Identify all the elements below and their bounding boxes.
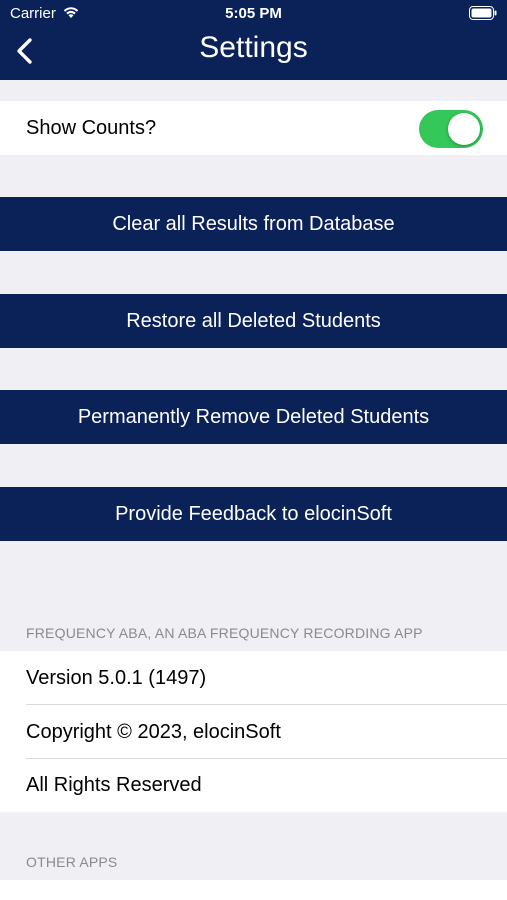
- copyright-row: Copyright © 2023, elocinSoft: [0, 705, 507, 759]
- restore-students-button[interactable]: Restore all Deleted Students: [0, 294, 507, 348]
- version-row: Version 5.0.1 (1497): [0, 651, 507, 705]
- clear-results-button[interactable]: Clear all Results from Database: [0, 197, 507, 251]
- rights-label: All Rights Reserved: [26, 774, 202, 796]
- other-apps-section-header: OTHER APPS: [26, 854, 118, 870]
- copyright-label: Copyright © 2023, elocinSoft: [26, 720, 281, 743]
- other-apps-list-item[interactable]: [0, 880, 507, 900]
- battery-icon: [469, 6, 497, 25]
- page-title: Settings: [199, 31, 308, 64]
- feedback-button[interactable]: Provide Feedback to elocinSoft: [0, 487, 507, 541]
- status-bar: Carrier 5:05 PM: [0, 0, 507, 28]
- about-section-header: FREQUENCY ABA, AN ABA FREQUENCY RECORDIN…: [26, 625, 423, 641]
- status-time: 5:05 PM: [225, 5, 282, 22]
- navigation-bar: Carrier 5:05 PM Settings: [0, 0, 507, 80]
- remove-students-button[interactable]: Permanently Remove Deleted Students: [0, 390, 507, 444]
- show-counts-toggle[interactable]: [419, 110, 483, 148]
- show-counts-row: Show Counts?: [0, 101, 507, 155]
- toggle-knob: [448, 113, 480, 145]
- rights-row: All Rights Reserved: [0, 759, 507, 812]
- version-label: Version 5.0.1 (1497): [26, 666, 207, 689]
- show-counts-label: Show Counts?: [26, 116, 157, 139]
